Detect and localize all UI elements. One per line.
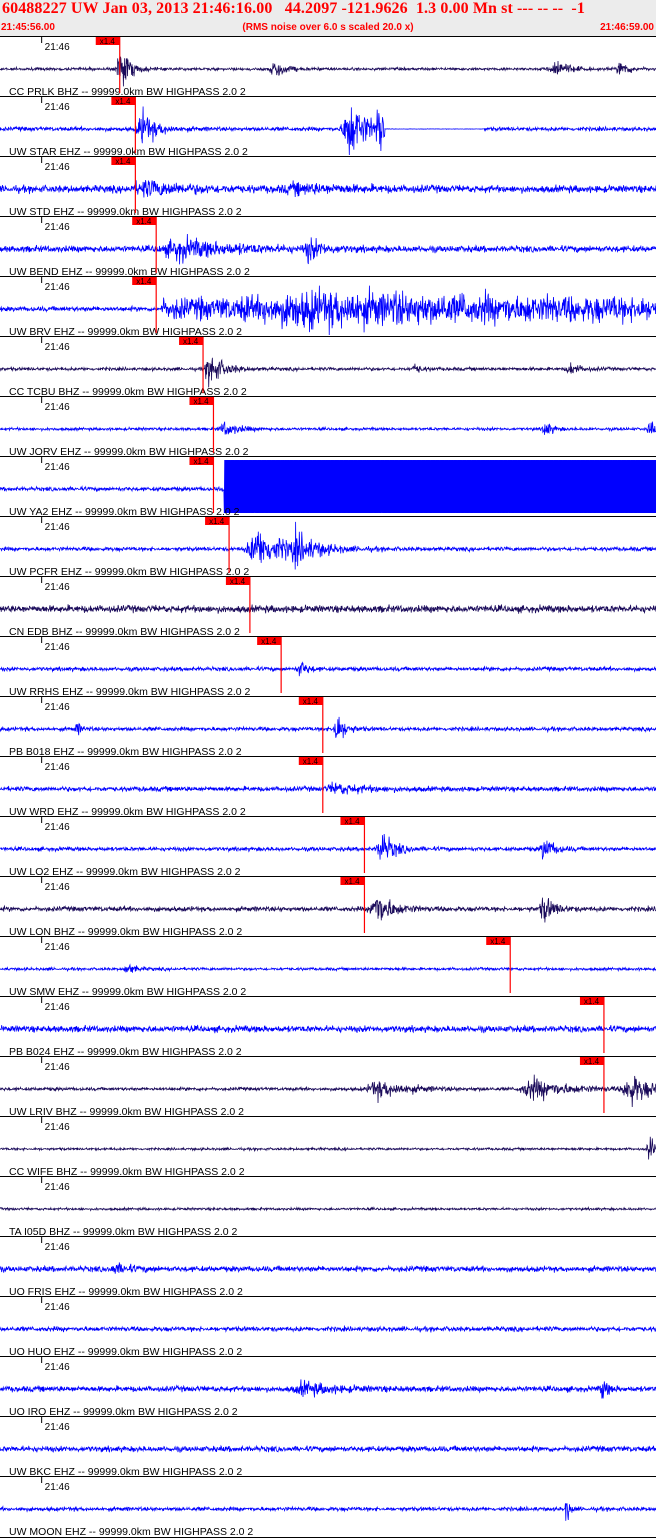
waveform-trace: [0, 1325, 656, 1333]
time-tick-label: 21:46: [45, 282, 70, 293]
trace-panel: 21:46UW BKC EHZ -- 99999.0km BW HIGHPASS…: [0, 1416, 656, 1478]
event-title: 60488227 UW Jan 03, 2013 21:46:16.00 44.…: [2, 0, 585, 17]
pick-label: x1.4: [261, 637, 277, 646]
trace-panel: 21:46CC WIFE BHZ -- 99999.0km BW HIGHPAS…: [0, 1116, 656, 1178]
scaling-note: (RMS noise over 6.0 s scaled 20.0 x): [242, 22, 414, 33]
trace-panel: 21:46PB B018 EHZ -- 99999.0km BW HIGHPAS…: [0, 696, 656, 758]
time-tick-label: 21:46: [45, 822, 70, 833]
trace-panel: 21:46UO IRO EHZ -- 99999.0km BW HIGHPASS…: [0, 1356, 656, 1418]
time-tick-label: 21:46: [45, 222, 70, 233]
time-tick-label: 21:46: [45, 762, 70, 773]
trace-panel: 21:46UW WRD EHZ -- 99999.0km BW HIGHPASS…: [0, 756, 656, 818]
time-tick-label: 21:46: [45, 342, 70, 353]
trace-panel: 21:46UW STD EHZ -- 99999.0km BW HIGHPASS…: [0, 156, 656, 218]
time-tick-label: 21:46: [45, 462, 70, 473]
trace-panel: 21:46UW STAR EHZ -- 99999.0km BW HIGHPAS…: [0, 96, 656, 158]
time-tick-label: 21:46: [45, 942, 70, 953]
time-tick-label: 21:46: [45, 402, 70, 413]
trace-panel: 21:46UW JORV EHZ -- 99999.0km BW HIGHPAS…: [0, 396, 656, 458]
time-tick-label: 21:46: [45, 702, 70, 713]
pick-label: x1.4: [100, 37, 116, 46]
time-tick-label: 21:46: [45, 162, 70, 173]
waveform-trace: [0, 180, 656, 198]
trace-panel: 21:46UW PCFR EHZ -- 99999.0km BW HIGHPAS…: [0, 516, 656, 578]
end-time-label: 21:46:59.00: [600, 22, 654, 33]
pick-label: x1.4: [303, 757, 319, 766]
trace-panel: 21:46UW BRV EHZ -- 99999.0km BW HIGHPASS…: [0, 276, 656, 338]
trace-panel: 21:46CN EDB BHZ -- 99999.0km BW HIGHPASS…: [0, 576, 656, 638]
pick-label: x1.4: [193, 397, 209, 406]
pick-label: x1.4: [209, 517, 225, 526]
trace-panel: 21:46UO FRIS EHZ -- 99999.0km BW HIGHPAS…: [0, 1236, 656, 1298]
trace-panel: 21:46TA I05D BHZ -- 99999.0km BW HIGHPAS…: [0, 1176, 656, 1238]
waveform-trace: [0, 1074, 656, 1108]
waveform-trace: [0, 781, 656, 795]
waveform-trace: [0, 897, 656, 923]
waveform-trace: [0, 963, 656, 973]
waveform-trace: [0, 1379, 656, 1399]
waveform-trace: [0, 357, 656, 388]
pick-label: x1.4: [136, 217, 152, 226]
time-tick-label: 21:46: [45, 522, 70, 533]
waveform-trace: [0, 1024, 656, 1034]
waveform-trace: [0, 1262, 656, 1274]
time-tick-label: 21:46: [45, 1242, 70, 1253]
time-tick-label: 21:46: [45, 1122, 70, 1133]
time-tick-label: 21:46: [45, 1182, 70, 1193]
time-tick-label: 21:46: [45, 1302, 70, 1313]
pick-label: x1.4: [136, 277, 152, 286]
trace-panel: 21:46UW YA2 EHZ -- 99999.0km BW HIGHPASS…: [0, 456, 656, 518]
trace-panel: 21:46CC PRLK BHZ -- 99999.0km BW HIGHPAS…: [0, 36, 656, 98]
time-tick-label: 21:46: [45, 1362, 70, 1373]
seismogram-plot: 21:46CC PRLK BHZ -- 99999.0km BW HIGHPAS…: [0, 36, 656, 1538]
record-header: 60488227 UW Jan 03, 2013 21:46:16.00 44.…: [0, 0, 656, 36]
pick-label: x1.4: [183, 337, 199, 346]
time-tick-label: 21:46: [45, 1482, 70, 1493]
waveform-trace: [0, 421, 656, 435]
pick-label: x1.4: [193, 457, 209, 466]
trace-panel: 21:46UW RRHS EHZ -- 99999.0km BW HIGHPAS…: [0, 636, 656, 698]
waveform-trace: [0, 234, 656, 265]
waveform-trace: [0, 1503, 656, 1521]
waveform-trace: [0, 1136, 656, 1160]
trace-panel: 21:46UW LO2 EHZ -- 99999.0km BW HIGHPASS…: [0, 816, 656, 878]
time-tick-label: 21:46: [45, 1422, 70, 1433]
pick-label: x1.4: [584, 1057, 600, 1066]
time-tick-label: 21:46: [45, 42, 70, 53]
time-tick-label: 21:46: [45, 642, 70, 653]
time-tick-label: 21:46: [45, 1002, 70, 1013]
pick-label: x1.4: [490, 937, 506, 946]
waveform-trace: [0, 1205, 656, 1212]
time-tick-label: 21:46: [45, 882, 70, 893]
waveform-trace: [0, 833, 656, 860]
time-tick-label: 21:46: [45, 102, 70, 113]
waveform-trace: [0, 604, 656, 614]
pick-label: x1.4: [115, 97, 131, 106]
time-tick-label: 21:46: [45, 582, 70, 593]
trace-panel: 21:46UW LRIV BHZ -- 99999.0km BW HIGHPAS…: [0, 1056, 656, 1118]
waveform-trace: [0, 716, 656, 739]
pick-label: x1.4: [115, 157, 131, 166]
waveform-trace: [0, 521, 656, 570]
station-label: UW MOON EHZ -- 99999.0km BW HIGHPASS 2.0…: [9, 1526, 253, 1538]
pick-label: x1.4: [584, 997, 600, 1006]
time-tick-label: 21:46: [45, 1062, 70, 1073]
waveform-trace: [0, 661, 656, 677]
trace-panel: 21:46CC TCBU BHZ -- 99999.0km BW HIGHPAS…: [0, 336, 656, 398]
pick-label: x1.4: [230, 577, 246, 586]
trace-panel: 21:46UW BEND EHZ -- 99999.0km BW HIGHPAS…: [0, 216, 656, 278]
trace-panel: 21:46UW SMW EHZ -- 99999.0km BW HIGHPASS…: [0, 936, 656, 998]
waveform-trace: [0, 1444, 656, 1453]
pick-label: x1.4: [344, 877, 360, 886]
waveform-trace: [0, 56, 656, 87]
trace-panel: 21:46 UW MOON EHZ -- 99999.0km BW HIGHPAS…: [0, 1476, 656, 1538]
trace-panel: 21:46PB B024 EHZ -- 99999.0km BW HIGHPAS…: [0, 996, 656, 1058]
pick-label: x1.4: [344, 817, 360, 826]
trace-panel: 21:46UW LON BHZ -- 99999.0km BW HIGHPASS…: [0, 876, 656, 938]
trace-panel: 21:46UO HUO EHZ -- 99999.0km BW HIGHPASS…: [0, 1296, 656, 1358]
pick-label: x1.4: [303, 697, 319, 706]
